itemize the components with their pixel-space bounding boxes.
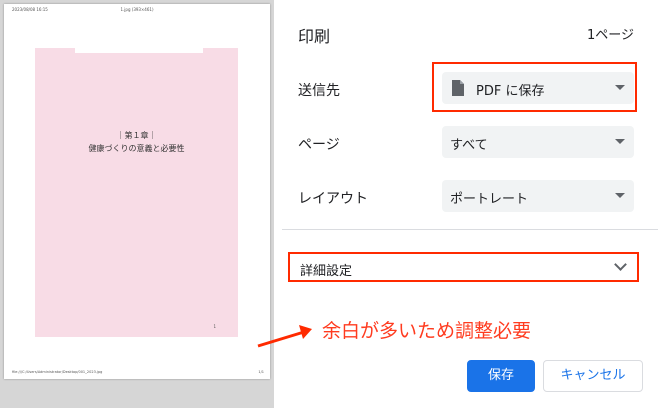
preview-image: ｜第１章｜ 健康づくりの意義と必要性 1	[35, 48, 238, 337]
layout-value: ポートレート	[450, 192, 529, 207]
preview-chapter: ｜第１章｜	[116, 131, 157, 140]
annotation-note: 余白が多いため調整必要	[322, 320, 532, 342]
preview-image-notch	[75, 48, 203, 53]
advanced-settings-label: 詳細設定	[300, 264, 353, 279]
preview-header-title: 1.jpg (393×461)	[120, 7, 154, 12]
dropdown-arrow-icon	[615, 85, 625, 90]
advanced-settings-toggle[interactable]: 詳細設定	[288, 252, 639, 282]
chevron-down-icon	[614, 258, 627, 271]
layout-label: レイアウト	[298, 191, 368, 207]
preview-page-number: 1	[213, 324, 216, 329]
section-divider	[282, 229, 658, 230]
destination-select[interactable]: PDF に保存	[442, 72, 634, 104]
preview-footer-page: 1/1	[258, 370, 264, 374]
preview-footer-path: file:///C:/Users/Administrator/Desktop/0…	[12, 370, 103, 374]
pages-value: すべて	[450, 138, 488, 153]
pages-select[interactable]: すべて	[442, 126, 634, 158]
dropdown-arrow-icon	[615, 193, 625, 198]
dropdown-arrow-icon	[615, 139, 625, 144]
pages-label: ページ	[298, 137, 340, 153]
preview-chapter-title: 健康づくりの意義と必要性	[88, 144, 185, 153]
document-icon	[452, 80, 464, 96]
destination-value: PDF に保存	[476, 84, 545, 99]
page-count: 1ページ	[586, 28, 634, 43]
annotation-arrow-icon	[257, 325, 312, 348]
layout-select[interactable]: ポートレート	[442, 180, 634, 212]
print-title: 印刷	[298, 27, 331, 46]
preview-page: 2023/08/08 16:15 1.jpg (393×461) ｜第１章｜ 健…	[4, 4, 270, 379]
cancel-button[interactable]: キャンセル	[543, 360, 643, 392]
print-preview-area: 2023/08/08 16:15 1.jpg (393×461) ｜第１章｜ 健…	[0, 0, 274, 408]
save-button[interactable]: 保存	[467, 360, 535, 392]
destination-label: 送信先	[298, 83, 340, 99]
